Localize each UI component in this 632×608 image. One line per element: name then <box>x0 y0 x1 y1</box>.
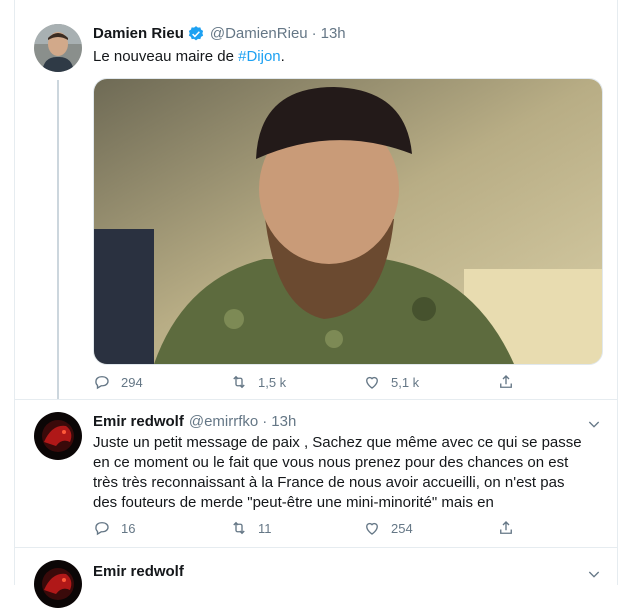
user-handle[interactable]: @DamienRieu <box>210 24 308 44</box>
tweet-3-header: Emir redwolf <box>93 562 184 582</box>
reply-icon <box>95 376 109 390</box>
retweet-button[interactable]: 1,5 k <box>230 373 286 391</box>
tweet-1-photo[interactable] <box>93 78 603 365</box>
tweet-1-text: Le nouveau maire de #Dijon. <box>93 48 285 65</box>
share-icon <box>500 521 512 534</box>
retweet-button[interactable]: 11 <box>230 519 272 537</box>
like-icon <box>366 522 378 535</box>
thread-connector-line <box>57 80 59 400</box>
like-icon <box>366 376 378 389</box>
tweet-1-header: Damien Rieu @DamienRieu · 13h <box>93 24 346 44</box>
share-button[interactable] <box>497 519 525 537</box>
share-button[interactable] <box>497 373 525 391</box>
verified-badge-icon <box>187 25 205 43</box>
tweet-2-header: Emir redwolf @emirrfko · 13h <box>93 412 296 432</box>
tweet-divider <box>15 547 617 548</box>
reply-button[interactable]: 294 <box>93 373 143 391</box>
timeline-right-border <box>617 0 618 585</box>
display-name[interactable]: Emir redwolf <box>93 412 184 432</box>
reply-count: 294 <box>121 374 143 390</box>
hashtag-link[interactable]: #Dijon <box>238 48 281 65</box>
separator: · <box>311 25 317 42</box>
like-button[interactable]: 5,1 k <box>363 373 419 391</box>
retweet-icon <box>233 375 245 389</box>
share-icon <box>500 375 512 388</box>
separator: · <box>262 413 268 430</box>
retweet-count: 1,5 k <box>258 374 287 390</box>
timeline-left-border <box>14 0 15 585</box>
timestamp[interactable]: 13h <box>321 24 346 44</box>
display-name[interactable]: Damien Rieu <box>93 24 184 44</box>
like-button[interactable]: 254 <box>363 519 413 537</box>
reply-icon <box>95 522 109 536</box>
chevron-down-icon[interactable] <box>586 416 602 432</box>
tweet-2-text: Juste un petit message de paix , Sachez … <box>93 434 582 511</box>
tweet-divider <box>15 399 617 400</box>
reply-count: 16 <box>121 520 136 536</box>
avatar-emir[interactable] <box>34 560 82 608</box>
avatar-damien[interactable] <box>34 24 82 72</box>
display-name[interactable]: Emir redwolf <box>93 562 184 582</box>
chevron-down-icon[interactable] <box>586 566 602 582</box>
like-count: 254 <box>391 520 413 536</box>
timestamp[interactable]: 13h <box>271 412 296 432</box>
retweet-icon <box>233 521 245 535</box>
avatar-emir[interactable] <box>34 412 82 460</box>
user-handle[interactable]: @emirrfko <box>189 412 258 432</box>
like-count: 5,1 k <box>391 374 420 390</box>
reply-button[interactable]: 16 <box>93 519 135 537</box>
retweet-count: 11 <box>258 520 272 536</box>
